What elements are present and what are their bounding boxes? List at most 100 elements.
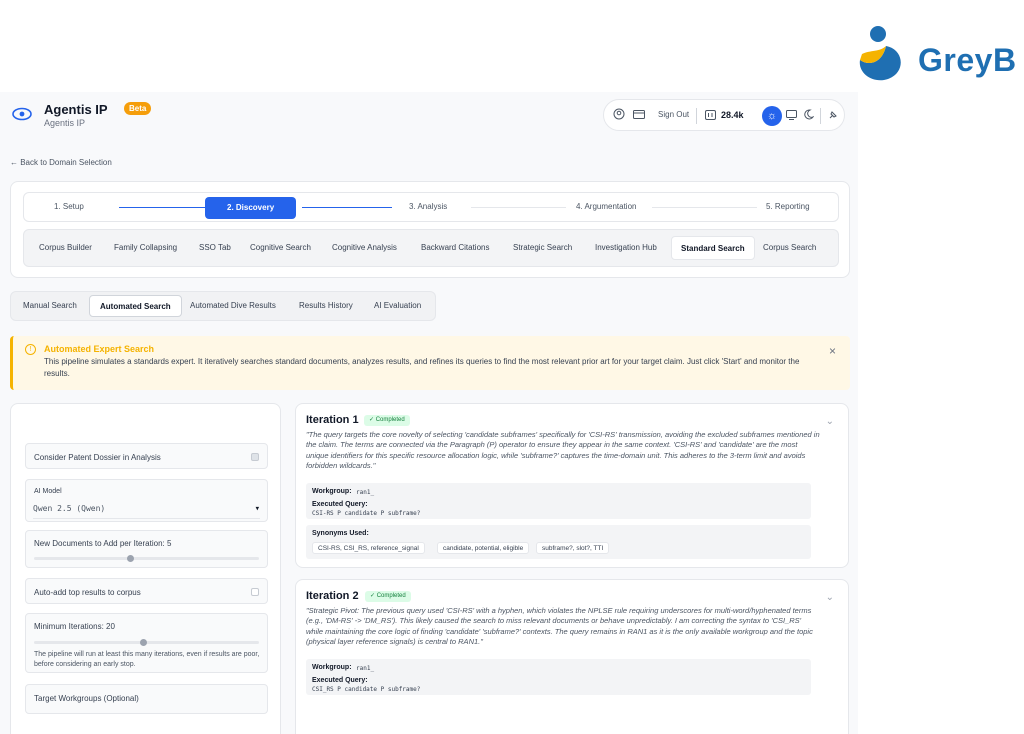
- iteration-card: Iteration 2 ✓ Completed ⌄ "Strategic Piv…: [295, 579, 849, 734]
- back-to-domain-link[interactable]: ← Back to Domain Selection: [10, 158, 112, 167]
- settings-panel: Consider Patent Dossier in Analysis AI M…: [10, 403, 281, 734]
- tab-results-history[interactable]: Results History: [299, 301, 353, 310]
- alert-title: Automated Expert Search: [44, 344, 155, 354]
- synonyms-box: Synonyms Used: CSI-RS, CSI_RS, reference…: [306, 525, 811, 559]
- moon-icon[interactable]: [804, 109, 814, 120]
- step-setup[interactable]: 1. Setup: [54, 202, 84, 211]
- pin-icon[interactable]: [828, 110, 838, 120]
- app-subtitle: Agentis IP: [44, 118, 86, 128]
- tab-cognitive-analysis[interactable]: Cognitive Analysis: [332, 243, 397, 252]
- query-details: Workgroup: ran1_ Executed Query: CSI_RS …: [306, 659, 811, 695]
- step-connector: [471, 207, 566, 208]
- workgroup-label: Workgroup:: [312, 488, 352, 495]
- tab-corpus-search[interactable]: Corpus Search: [763, 243, 816, 252]
- min-iterations-slider[interactable]: [34, 639, 259, 646]
- step-discovery[interactable]: 2. Discovery: [205, 197, 297, 219]
- step-connector: [652, 207, 757, 208]
- workgroup-label: Workgroup:: [312, 664, 352, 671]
- min-iterations-hint: The pipeline will run at least this many…: [34, 651, 260, 668]
- ai-model-select[interactable]: Qwen 2.5 (Qwen) ▾: [33, 501, 260, 519]
- tab-cognitive-search[interactable]: Cognitive Search: [250, 243, 311, 252]
- synonym-chip: candidate, potential, eligible: [437, 542, 530, 554]
- chevron-down-icon[interactable]: ⌄: [826, 592, 834, 603]
- iteration-rationale: "Strategic Pivot: The previous query use…: [306, 606, 813, 646]
- dossier-option[interactable]: Consider Patent Dossier in Analysis: [25, 443, 268, 469]
- search-mode-tabs: Manual Search Automated Search Automated…: [10, 291, 436, 321]
- step-reporting[interactable]: 5. Reporting: [766, 202, 810, 211]
- user-controls: Sign Out 28.4k ☼: [603, 99, 845, 131]
- synonym-chip: CSI-RS, CSI_RS, reference_signal: [312, 542, 425, 554]
- tab-automated-search[interactable]: Automated Search: [89, 295, 182, 317]
- workflow-card: 1. Setup 2. Discovery 3. Analysis 4. Arg…: [10, 181, 850, 278]
- sign-out-button[interactable]: Sign Out: [658, 110, 689, 119]
- new-docs-option: New Documents to Add per Iteration: 5: [25, 530, 268, 568]
- greyb-logo-mark: [859, 26, 901, 81]
- status-badge: ✓ Completed: [365, 591, 411, 602]
- tab-backward-citations[interactable]: Backward Citations: [421, 243, 489, 252]
- synonyms-label: Synonyms Used:: [312, 530, 369, 537]
- auto-add-checkbox[interactable]: [251, 588, 259, 596]
- top-bar: Agentis IP Beta Agentis IP Sign Out 28.4…: [0, 92, 858, 142]
- credits-icon: [705, 110, 716, 120]
- beta-badge: Beta: [124, 102, 152, 115]
- tab-sso[interactable]: SSO Tab: [199, 243, 231, 252]
- synonym-chip: subframe?, slot?, TTI: [536, 542, 610, 554]
- ai-model-option: AI Model Qwen 2.5 (Qwen) ▾: [25, 479, 268, 522]
- chevron-down-icon: ▾: [254, 504, 260, 514]
- ai-model-label: AI Model: [34, 488, 62, 495]
- ai-model-value: Qwen 2.5 (Qwen): [33, 504, 106, 513]
- app-window: Agentis IP Beta Agentis IP Sign Out 28.4…: [0, 92, 858, 734]
- tab-manual-search[interactable]: Manual Search: [23, 301, 77, 310]
- close-icon[interactable]: ×: [829, 344, 836, 358]
- query-label: Executed Query:: [312, 677, 368, 684]
- tab-family-collapsing[interactable]: Family Collapsing: [114, 243, 177, 252]
- tab-standard-search[interactable]: Standard Search: [671, 236, 755, 260]
- iteration-title: Iteration 1: [306, 414, 359, 426]
- monitor-icon[interactable]: [786, 110, 797, 120]
- step-connector: [119, 207, 205, 208]
- user-icon[interactable]: [613, 108, 625, 120]
- step-argumentation[interactable]: 4. Argumentation: [576, 202, 636, 211]
- slider-handle[interactable]: [140, 639, 147, 646]
- slider-handle[interactable]: [127, 555, 134, 562]
- min-iterations-option: Minimum Iterations: 20 The pipeline will…: [25, 613, 268, 673]
- tab-corpus-builder[interactable]: Corpus Builder: [39, 243, 92, 252]
- sun-icon[interactable]: ☼: [762, 106, 782, 126]
- tab-ai-evaluation[interactable]: AI Evaluation: [374, 301, 421, 310]
- dossier-label: Consider Patent Dossier in Analysis: [34, 453, 161, 462]
- card-icon[interactable]: [633, 110, 645, 119]
- info-alert: ! Automated Expert Search This pipeline …: [10, 336, 850, 390]
- chevron-down-icon[interactable]: ⌄: [826, 416, 834, 427]
- iteration-title: Iteration 2: [306, 590, 359, 602]
- divider: [696, 108, 697, 124]
- tab-automated-dive-results[interactable]: Automated Dive Results: [190, 301, 276, 310]
- query-details: Workgroup: ran1_ Executed Query: CSI-RS …: [306, 483, 811, 519]
- step-analysis[interactable]: 3. Analysis: [409, 202, 447, 211]
- executed-query: CSI_RS P candidate P subframe?: [312, 686, 421, 693]
- credits-count: 28.4k: [721, 110, 744, 120]
- workflow-stepper: 1. Setup 2. Discovery 3. Analysis 4. Arg…: [23, 192, 839, 222]
- auto-add-option[interactable]: Auto-add top results to corpus: [25, 578, 268, 604]
- tab-strategic-search[interactable]: Strategic Search: [513, 243, 572, 252]
- eye-logo-icon: [12, 107, 32, 121]
- iteration-card: Iteration 1 ✓ Completed ⌄ "The query tar…: [295, 403, 849, 568]
- min-iterations-label: Minimum Iterations: 20: [34, 622, 115, 631]
- divider: [820, 108, 821, 124]
- workgroups-option[interactable]: Target Workgroups (Optional): [25, 684, 268, 714]
- new-docs-slider[interactable]: [34, 555, 259, 562]
- workgroup-value: ran1_: [356, 665, 375, 672]
- app-title: Agentis IP: [44, 102, 108, 117]
- executed-query: CSI-RS P candidate P subframe?: [312, 510, 421, 517]
- workgroups-label: Target Workgroups (Optional): [34, 694, 139, 703]
- new-docs-label: New Documents to Add per Iteration: 5: [34, 539, 172, 548]
- discovery-tabs: Corpus Builder Family Collapsing SSO Tab…: [23, 229, 839, 267]
- auto-add-label: Auto-add top results to corpus: [34, 588, 141, 597]
- greyb-wordmark: GreyB: [918, 42, 1017, 78]
- tab-investigation-hub[interactable]: Investigation Hub: [595, 243, 657, 252]
- workgroup-value: ran1_: [356, 489, 375, 496]
- iteration-rationale: "The query targets the core novelty of s…: [306, 430, 820, 470]
- status-badge: ✓ Completed: [364, 415, 410, 426]
- greyb-logo: GreyB: [856, 24, 1024, 96]
- dossier-checkbox[interactable]: [251, 453, 259, 461]
- query-label: Executed Query:: [312, 501, 368, 508]
